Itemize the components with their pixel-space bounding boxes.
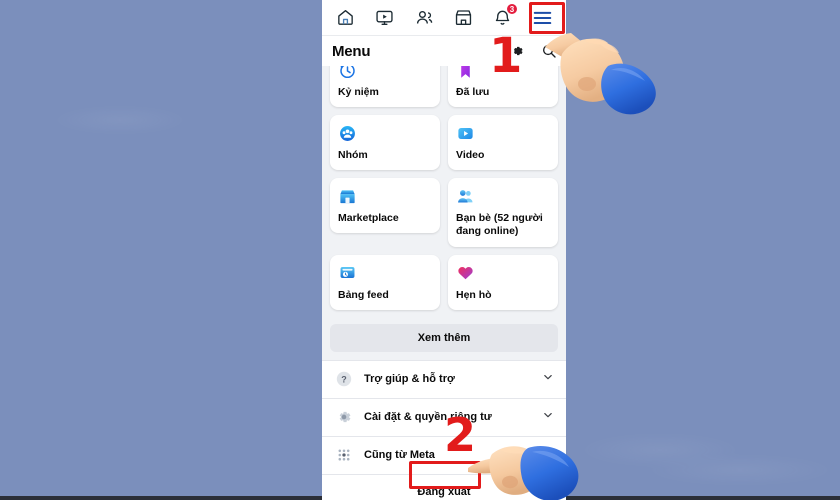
people-icon xyxy=(456,185,550,207)
menu-card-label: Video xyxy=(456,149,485,162)
see-more-button[interactable]: Xem thêm xyxy=(330,323,558,352)
chevron-down-icon xyxy=(542,408,554,426)
menu-card-label: Nhóm xyxy=(338,149,368,162)
clock-icon xyxy=(338,66,432,81)
svg-text:?: ? xyxy=(341,374,347,384)
logout-label: Đăng xuất xyxy=(417,486,471,499)
screenshot-canvas: 3 Menu Kỷ niệm Đã lưu Nhóm Video Marketp… xyxy=(0,0,840,500)
menu-card-label: Đã lưu xyxy=(456,86,490,98)
step-marker-1: 1 xyxy=(489,28,523,84)
menu-card-groups[interactable]: Nhóm xyxy=(330,115,440,171)
video-icon xyxy=(375,8,394,27)
menu-shortcut-grid: Kỷ niệm Đã lưu Nhóm Video Marketplace Bạ… xyxy=(322,66,566,316)
groups-icon xyxy=(338,122,432,144)
menu-card-label: Bảng feed xyxy=(338,288,389,301)
page-title: Menu xyxy=(332,42,371,60)
menu-card-label: Kỷ niệm xyxy=(338,86,379,98)
menu-card-friends[interactable]: Bạn bè (52 người đang online) xyxy=(448,178,558,247)
nav-video-button[interactable] xyxy=(370,4,400,32)
question-circle-icon: ? xyxy=(334,369,354,389)
heart-icon xyxy=(456,262,550,284)
nav-friends-button[interactable] xyxy=(409,4,439,32)
home-icon xyxy=(336,8,355,27)
meta-dots-icon xyxy=(334,445,354,465)
feeds-icon xyxy=(338,262,432,284)
menu-card-video[interactable]: Video xyxy=(448,115,558,171)
menu-card-memories[interactable]: Kỷ niệm xyxy=(330,66,440,108)
menu-card-feeds[interactable]: Bảng feed xyxy=(330,254,440,310)
menu-card-label: Marketplace xyxy=(338,212,399,225)
marketplace-icon xyxy=(454,8,473,27)
notification-badge: 3 xyxy=(505,2,518,15)
storefront-icon xyxy=(338,185,432,207)
video-play-icon xyxy=(456,122,550,144)
menu-card-dating[interactable]: Hẹn hò xyxy=(448,254,558,310)
see-more-wrap: Xem thêm xyxy=(322,316,566,360)
friends-icon xyxy=(415,8,434,27)
gear-icon xyxy=(334,407,354,427)
menu-header: Menu xyxy=(322,36,566,66)
chevron-down-icon xyxy=(542,370,554,388)
nav-marketplace-button[interactable] xyxy=(449,4,479,32)
menu-card-label: Bạn bè (52 người đang online) xyxy=(456,212,543,238)
pointing-hand-cursor-bottom xyxy=(466,432,586,500)
facebook-top-navbar: 3 xyxy=(322,0,566,36)
list-item-label: Trợ giúp & hỗ trợ xyxy=(364,373,455,386)
pointing-hand-cursor-top xyxy=(538,20,670,120)
list-item-help-support[interactable]: ? Trợ giúp & hỗ trợ xyxy=(322,359,566,398)
menu-card-marketplace[interactable]: Marketplace xyxy=(330,178,440,234)
menu-card-label: Hẹn hò xyxy=(456,288,492,301)
nav-home-button[interactable] xyxy=(331,4,361,32)
